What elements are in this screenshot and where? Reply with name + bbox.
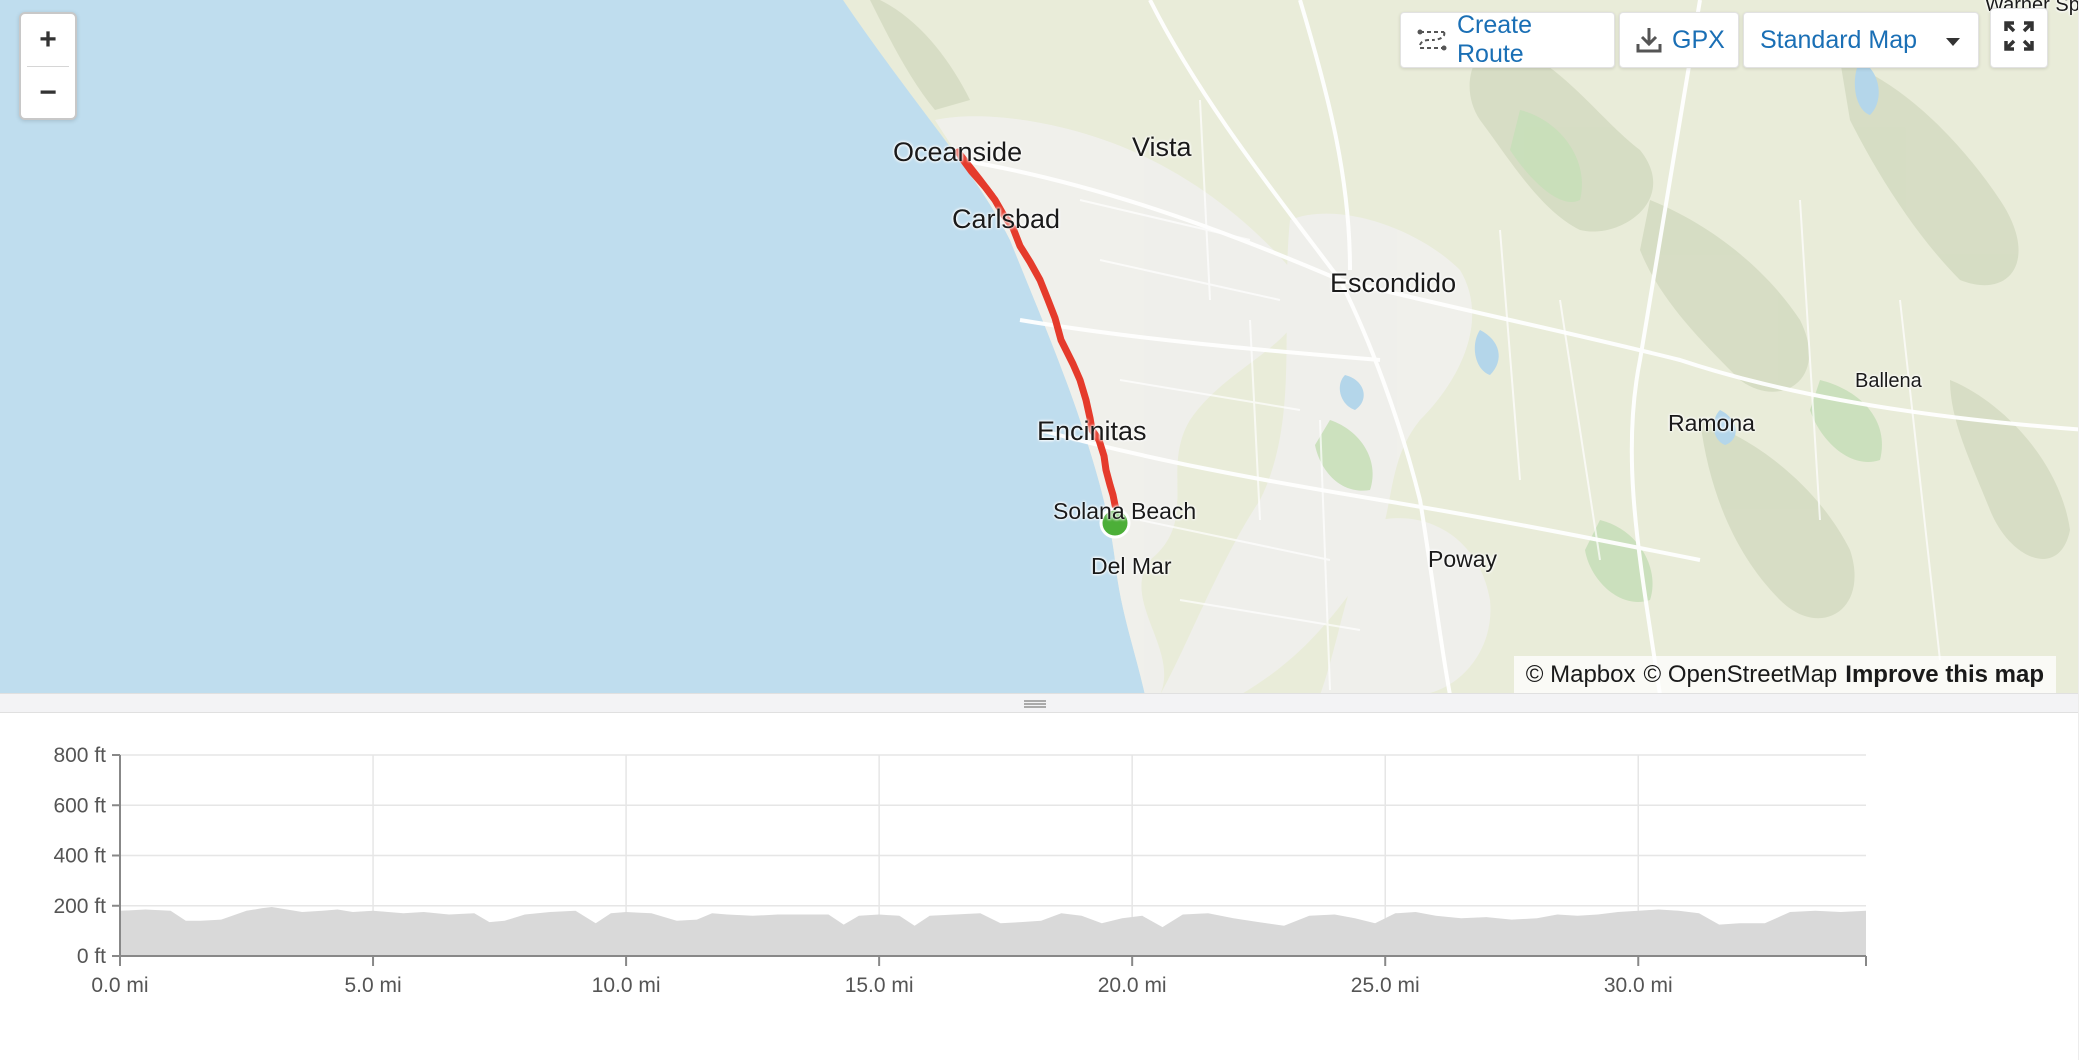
x-tick-label: 25.0 mi [1351,974,1420,997]
x-tick-label: 15.0 mi [845,974,914,997]
x-tick-label: 30.0 mi [1604,974,1673,997]
elevation-chart[interactable]: 0 ft 200 ft 400 ft 600 ft 800 ft 0.0 mi 5.0 m… [0,713,2086,1060]
x-tick-label: 5.0 mi [344,974,401,997]
mapbox-attribution-link[interactable]: © Mapbox [1526,661,1636,689]
place-label-solana-beach: Solana Beach [1053,498,1197,524]
zoom-in-button[interactable]: + [21,14,75,66]
y-axis-labels: 0 ft 200 ft 400 ft 600 ft 800 ft [53,744,106,968]
elevation-chart-svg[interactable]: 0 ft 200 ft 400 ft 600 ft 800 ft 0.0 mi 5.0 m… [0,713,2086,1060]
place-label-ballena: Ballena [1855,370,1922,392]
fullscreen-icon [2003,20,2035,57]
x-axis-labels: 0.0 mi 5.0 mi 10.0 mi 15.0 mi 20.0 mi 25.0 mi… [91,974,1672,997]
map-style-label: Standard Map [1760,25,1918,54]
map-style-dropdown[interactable]: Standard Map [1743,12,1979,68]
caret-down-icon [1944,26,1962,55]
place-label-escondido: Escondido [1330,268,1457,298]
zoom-control: + − [19,12,77,120]
map-toolbar: Create Route GPX Standard Map [1400,11,1979,68]
x-tick-label: 20.0 mi [1098,974,1167,997]
place-label-poway: Poway [1428,546,1498,572]
place-label-carlsbad: Carlsbad [952,204,1061,234]
create-route-label: Create Route [1457,11,1533,68]
gpx-label: GPX [1672,25,1725,54]
place-label-ramona: Ramona [1668,410,1755,436]
place-label-vista: Vista [1132,132,1192,162]
y-tick-label: 800 ft [53,744,106,767]
panel-resize-handle[interactable] [0,693,2086,713]
y-tick-label: 600 ft [53,794,106,817]
route-icon [1417,27,1447,53]
create-route-button[interactable]: Create Route [1400,11,1615,68]
activity-map-view: Oceanside Vista Carlsbad Escondido Encin… [0,0,2086,1060]
osm-attribution-link[interactable]: © OpenStreetMap [1644,661,1838,689]
y-tick-label: 200 ft [53,895,106,918]
ocean [0,0,1145,695]
map-tiles[interactable] [0,0,2086,695]
place-label-oceanside: Oceanside [893,137,1023,167]
download-icon [1636,26,1662,54]
y-tick-label: 400 ft [53,845,106,868]
place-label-del-mar: Del Mar [1091,553,1172,579]
drag-grip-icon [1024,700,1046,708]
x-tick-label: 0.0 mi [91,974,148,997]
map-canvas[interactable]: Oceanside Vista Carlsbad Escondido Encin… [0,0,2086,695]
fullscreen-button[interactable] [1990,8,2048,68]
gpx-download-button[interactable]: GPX [1619,12,1739,68]
window-edge [2078,0,2086,1060]
improve-map-link[interactable]: Improve this map [1845,661,2044,689]
y-tick-label: 0 ft [77,945,106,968]
x-tick-label: 10.0 mi [592,974,661,997]
map-attribution: © Mapbox © OpenStreetMap Improve this ma… [1513,656,2056,694]
elevation-area [120,907,1866,956]
zoom-out-button[interactable]: − [21,67,75,119]
place-label-encinitas: Encinitas [1037,416,1147,446]
